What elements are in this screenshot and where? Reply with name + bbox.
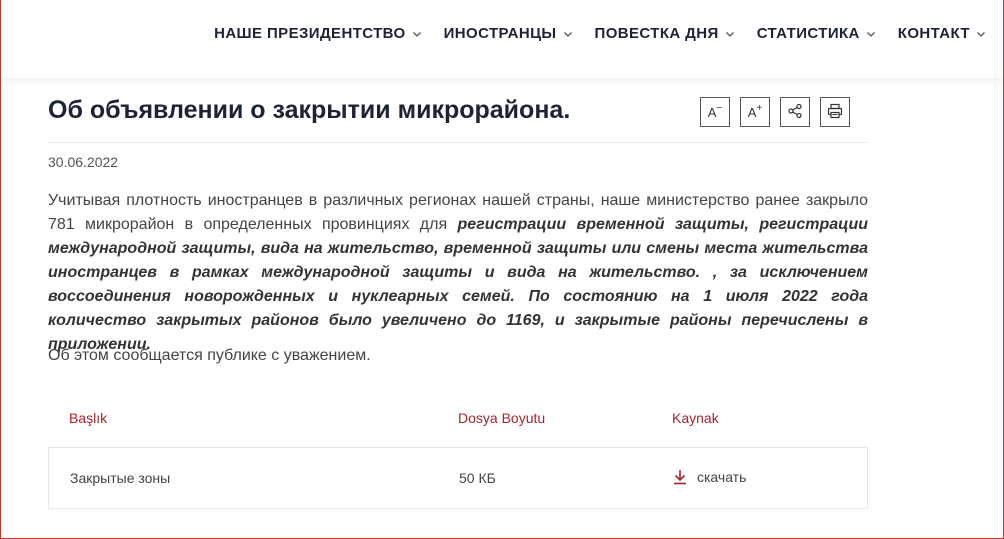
row-title: Закрытые зоны	[70, 470, 171, 486]
share-icon	[787, 103, 803, 122]
nav-item-label: НАШЕ ПРЕЗИДЕНТСТВО	[214, 25, 406, 42]
download-icon	[674, 470, 686, 485]
nav-item-agenda[interactable]: ПОВЕСТКА ДНЯ	[595, 25, 735, 42]
article-toolbar: A − A +	[700, 97, 850, 127]
download-label: скачать	[697, 469, 747, 485]
title-divider	[48, 142, 868, 143]
nav-menu: НАШЕ ПРЕЗИДЕНТСТВО ИНОСТРАНЦЫ ПОВЕСТКА Д…	[192, 25, 986, 42]
share-button[interactable]	[780, 97, 810, 127]
increase-font-button[interactable]: A +	[740, 97, 770, 127]
top-navigation: НАШЕ ПРЕЗИДЕНТСТВО ИНОСТРАНЦЫ ПОВЕСТКА Д…	[1, 0, 1003, 78]
minus-sign: −	[716, 102, 723, 114]
nav-item-label: ПОВЕСТКА ДНЯ	[594, 25, 719, 42]
decrease-font-label: A	[707, 104, 717, 120]
printer-icon	[827, 103, 843, 122]
increase-font-label: A	[747, 104, 757, 120]
nav-item-contact[interactable]: КОНТАКТ	[898, 25, 986, 42]
table-row: Закрытые зоны 50 КБ скачать	[48, 448, 868, 509]
chevron-down-icon	[976, 29, 986, 39]
nav-item-statistics[interactable]: СТАТИСТИКА	[757, 25, 876, 42]
header-source: Kaynak	[672, 410, 719, 426]
print-button[interactable]	[820, 97, 850, 127]
header-title: Başlık	[69, 410, 108, 426]
paragraph-emphasis: регистрации временной защиты, регистраци…	[48, 216, 868, 353]
article-paragraph: Учитывая плотность иностранцев в различн…	[48, 189, 868, 357]
decrease-font-button[interactable]: A −	[700, 97, 730, 127]
nav-item-foreigners[interactable]: ИНОСТРАНЦЫ	[444, 25, 573, 42]
nav-item-label: КОНТАКТ	[897, 25, 970, 42]
page-title: Об объявлении о закрытии микрорайона.	[48, 96, 571, 124]
chevron-down-icon	[563, 29, 573, 39]
article-closing: Об этом сообщается публике с уважением.	[48, 347, 371, 364]
chevron-down-icon	[725, 29, 735, 39]
publish-date: 30.06.2022	[48, 154, 119, 170]
download-link[interactable]: скачать	[673, 469, 746, 485]
row-file-size: 50 КБ	[459, 470, 496, 486]
plus-sign: +	[756, 102, 763, 114]
nav-item-label: СТАТИСТИКА	[756, 25, 860, 42]
attachments-table: Başlık Dosya Boyutu Kaynak Закрытые зоны…	[48, 398, 868, 509]
chevron-down-icon	[412, 29, 422, 39]
chevron-down-icon	[866, 29, 876, 39]
nav-item-label: ИНОСТРАНЦЫ	[443, 25, 557, 42]
table-header: Başlık Dosya Boyutu Kaynak	[48, 398, 868, 448]
header-file-size: Dosya Boyutu	[458, 410, 546, 426]
nav-item-presidency[interactable]: НАШЕ ПРЕЗИДЕНТСТВО	[214, 25, 422, 42]
